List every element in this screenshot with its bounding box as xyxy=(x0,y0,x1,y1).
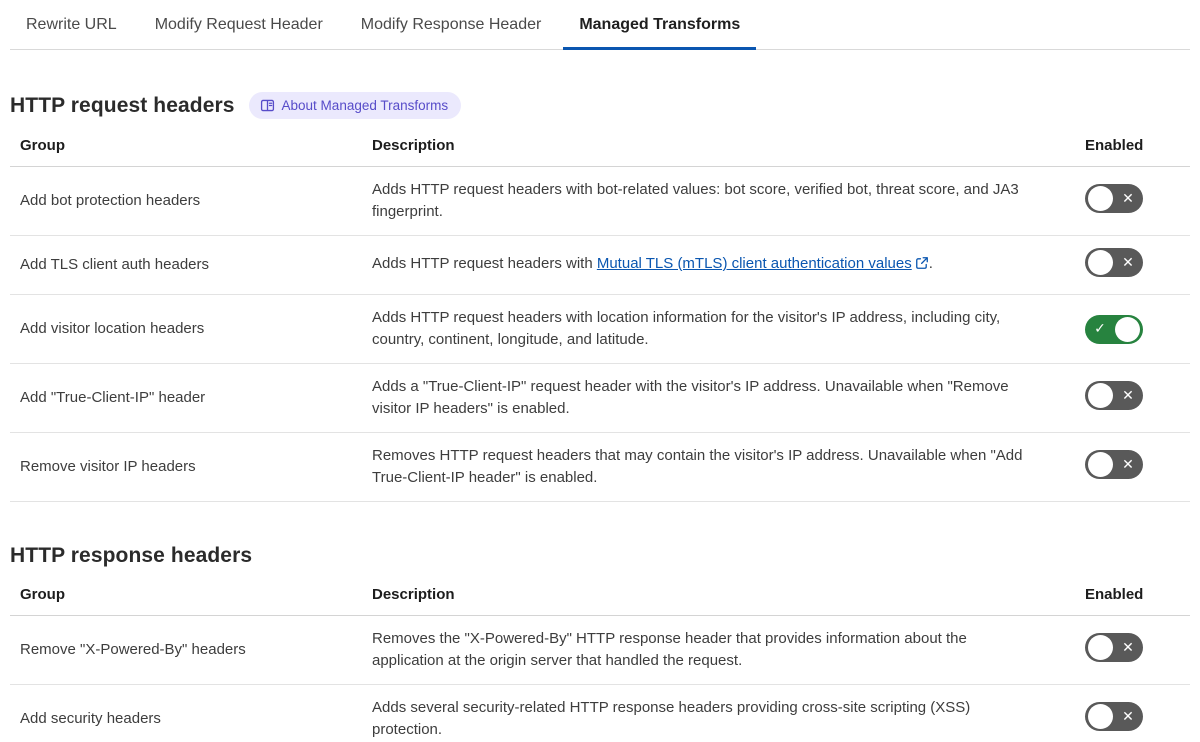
toggle-knob xyxy=(1088,186,1113,211)
tab-modify-request-header[interactable]: Modify Request Header xyxy=(139,8,339,50)
group-cell: Add "True-Client-IP" header xyxy=(10,363,362,433)
description-cell: Removes the "X-Powered-By" HTTP response… xyxy=(362,615,1085,685)
enabled-cell: ✓✕ xyxy=(1085,432,1190,502)
tab-rewrite-url[interactable]: Rewrite URL xyxy=(10,8,133,50)
tab-modify-response-header[interactable]: Modify Response Header xyxy=(345,8,558,50)
table-row: Remove visitor IP headers Removes HTTP re… xyxy=(10,432,1190,502)
response-headers-section: HTTP response headers Group Description … xyxy=(10,544,1190,742)
book-icon xyxy=(260,98,275,113)
tab-managed-transforms[interactable]: Managed Transforms xyxy=(563,8,757,50)
request-headers-section: HTTP request headers About Managed Trans… xyxy=(10,92,1190,502)
response-headers-table: Group Description Enabled Remove "X-Powe… xyxy=(10,580,1190,742)
enabled-toggle[interactable]: ✓✕ xyxy=(1085,184,1143,213)
group-cell: Add security headers xyxy=(10,684,362,742)
table-header-row: Group Description Enabled xyxy=(10,580,1190,616)
external-link-icon xyxy=(915,255,929,277)
enabled-cell: ✓✕ xyxy=(1085,166,1190,236)
enabled-cell: ✓✕ xyxy=(1085,684,1190,742)
column-header-group: Group xyxy=(10,580,362,616)
group-cell: Remove "X-Powered-By" headers xyxy=(10,615,362,685)
x-icon: ✕ xyxy=(1122,254,1134,271)
managed-transforms-page: Rewrite URL Modify Request Header Modify R… xyxy=(0,0,1200,742)
description-cell: Removes HTTP request headers that may co… xyxy=(362,432,1085,502)
table-row: Add "True-Client-IP" header Adds a "True-… xyxy=(10,363,1190,433)
about-managed-transforms-badge[interactable]: About Managed Transforms xyxy=(248,92,462,119)
description-cell: Adds HTTP request headers with location … xyxy=(362,294,1085,364)
toggle-knob xyxy=(1088,452,1113,477)
enabled-toggle[interactable]: ✓✕ xyxy=(1085,314,1143,344)
x-icon: ✕ xyxy=(1122,387,1134,404)
description-link[interactable]: Mutual TLS (mTLS) client authentication … xyxy=(597,255,912,272)
description-cell: Adds HTTP request headers with bot-relat… xyxy=(362,166,1085,236)
group-cell: Remove visitor IP headers xyxy=(10,432,362,502)
description-cell: Adds HTTP request headers with Mutual TL… xyxy=(362,235,1085,295)
toggle-knob xyxy=(1088,704,1113,729)
enabled-toggle[interactable]: ✓✕ xyxy=(1085,381,1143,410)
request-headers-title: HTTP request headers xyxy=(10,93,235,117)
badge-label: About Managed Transforms xyxy=(281,97,449,113)
enabled-cell: ✓✕ xyxy=(1085,363,1190,433)
enabled-cell: ✓✕ xyxy=(1085,615,1190,685)
group-cell: Add TLS client auth headers xyxy=(10,235,362,295)
x-icon: ✕ xyxy=(1122,708,1134,725)
group-cell: Add visitor location headers xyxy=(10,294,362,364)
description-cell: Adds several security-related HTTP respo… xyxy=(362,684,1085,742)
table-header-row: Group Description Enabled xyxy=(10,131,1190,167)
description-cell: Adds a "True-Client-IP" request header w… xyxy=(362,363,1085,433)
x-icon: ✕ xyxy=(1122,190,1134,207)
column-header-group: Group xyxy=(10,131,362,167)
enabled-toggle[interactable]: ✓✕ xyxy=(1085,450,1143,479)
table-row: Add TLS client auth headers Adds HTTP req… xyxy=(10,235,1190,295)
table-row: Add visitor location headers Adds HTTP re… xyxy=(10,294,1190,364)
toggle-knob xyxy=(1115,316,1140,342)
toggle-knob xyxy=(1088,635,1113,660)
enabled-toggle[interactable]: ✓✕ xyxy=(1085,633,1143,662)
enabled-cell: ✓✕ xyxy=(1085,294,1190,364)
table-row: Add security headers Adds several securit… xyxy=(10,684,1190,742)
table-row: Remove "X-Powered-By" headers Removes the… xyxy=(10,615,1190,685)
table-row: Add bot protection headers Adds HTTP requ… xyxy=(10,166,1190,236)
tab-bar: Rewrite URL Modify Request Header Modify R… xyxy=(10,0,1190,50)
request-headers-table: Group Description Enabled Add bot protec… xyxy=(10,131,1190,502)
column-header-description: Description xyxy=(362,580,1085,616)
group-cell: Add bot protection headers xyxy=(10,166,362,236)
toggle-knob xyxy=(1088,383,1113,408)
x-icon: ✕ xyxy=(1122,456,1134,473)
column-header-description: Description xyxy=(362,131,1085,167)
x-icon: ✕ xyxy=(1122,639,1134,656)
enabled-toggle[interactable]: ✓✕ xyxy=(1085,248,1143,277)
enabled-toggle[interactable]: ✓✕ xyxy=(1085,702,1143,731)
response-headers-title: HTTP response headers xyxy=(10,544,253,567)
check-icon: ✓ xyxy=(1094,321,1106,337)
enabled-cell: ✓✕ xyxy=(1085,235,1190,295)
column-header-enabled: Enabled xyxy=(1085,580,1190,616)
column-header-enabled: Enabled xyxy=(1085,131,1190,167)
toggle-knob xyxy=(1088,250,1113,275)
